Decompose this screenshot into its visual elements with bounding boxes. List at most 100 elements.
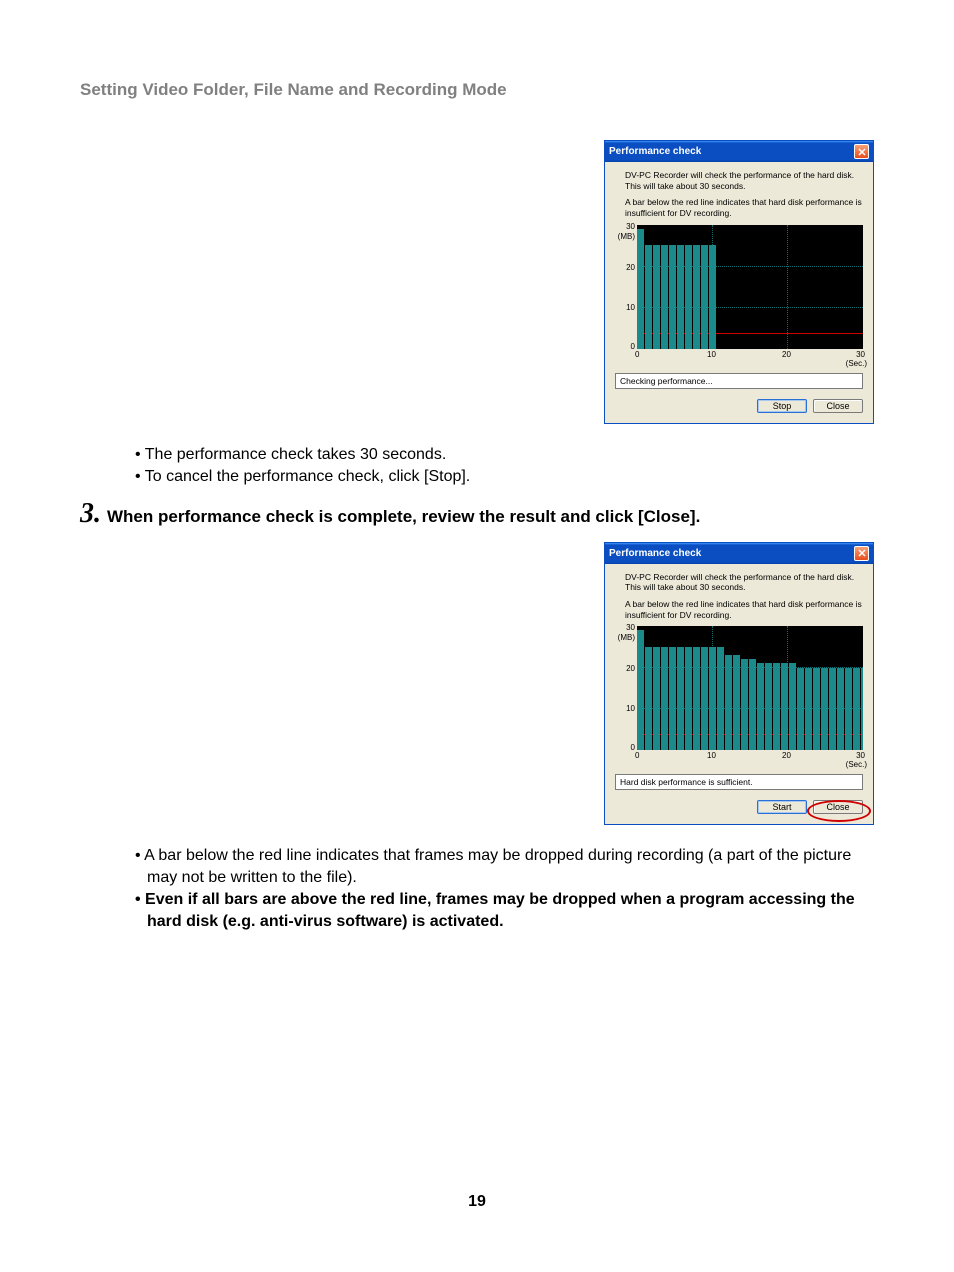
chart-area bbox=[637, 225, 863, 349]
performance-check-dialog-complete: Performance check DV-PC Recorder will ch… bbox=[604, 542, 874, 826]
y-label-mb: (MB) bbox=[613, 232, 635, 241]
bar bbox=[781, 663, 788, 750]
close-icon[interactable] bbox=[854, 144, 869, 159]
bar bbox=[677, 647, 684, 750]
bar bbox=[701, 647, 708, 750]
y-label-30: 30 bbox=[613, 222, 635, 231]
bar bbox=[805, 668, 812, 751]
button-row: Start Close bbox=[615, 800, 863, 814]
dialog1-wrapper: Performance check DV-PC Recorder will ch… bbox=[80, 140, 874, 424]
button-row: Stop Close bbox=[615, 399, 863, 413]
bar bbox=[773, 663, 780, 750]
dialog-title: Performance check bbox=[609, 548, 701, 559]
bars-container bbox=[637, 630, 863, 750]
bar bbox=[653, 647, 660, 750]
bar bbox=[837, 668, 844, 751]
x-label-30: 30 bbox=[856, 350, 865, 359]
bullet-item: A bar below the red line indicates that … bbox=[135, 845, 874, 888]
bar bbox=[677, 245, 684, 348]
y-axis-labels: 30 (MB) 20 10 0 bbox=[615, 225, 637, 355]
bar bbox=[637, 630, 644, 750]
x-label-20: 20 bbox=[782, 751, 791, 760]
y-label-0: 0 bbox=[613, 743, 635, 752]
bar bbox=[821, 668, 828, 751]
bar bbox=[765, 663, 772, 750]
bar bbox=[661, 647, 668, 750]
bullet-item: To cancel the performance check, click [… bbox=[135, 466, 874, 488]
y-label-10: 10 bbox=[613, 704, 635, 713]
page-title: Setting Video Folder, File Name and Reco… bbox=[80, 80, 874, 100]
x-label-sec: (Sec.) bbox=[846, 359, 867, 368]
close-button[interactable]: Close bbox=[813, 800, 863, 814]
chart-area bbox=[637, 626, 863, 750]
bar bbox=[797, 668, 804, 751]
x-label-sec: (Sec.) bbox=[846, 760, 867, 769]
y-label-10: 10 bbox=[613, 303, 635, 312]
bar bbox=[637, 229, 644, 349]
bullet-item: The performance check takes 30 seconds. bbox=[135, 444, 874, 466]
bar bbox=[685, 647, 692, 750]
step-3: 3. When performance check is complete, r… bbox=[80, 500, 874, 528]
stop-button[interactable]: Stop bbox=[757, 399, 807, 413]
y-label-30: 30 bbox=[613, 623, 635, 632]
x-label-0: 0 bbox=[635, 350, 639, 359]
bar bbox=[709, 647, 716, 750]
close-button[interactable]: Close bbox=[813, 399, 863, 413]
bar bbox=[645, 245, 652, 348]
bar bbox=[709, 245, 716, 348]
dialog-desc1: DV-PC Recorder will check the performanc… bbox=[625, 572, 863, 593]
x-label-10: 10 bbox=[707, 751, 716, 760]
dialog-titlebar: Performance check bbox=[605, 543, 873, 564]
bar bbox=[725, 655, 732, 750]
dialog-titlebar: Performance check bbox=[605, 141, 873, 162]
dialog-desc2: A bar below the red line indicates that … bbox=[625, 599, 863, 620]
bar bbox=[685, 245, 692, 348]
bar bbox=[789, 663, 796, 750]
bar bbox=[693, 245, 700, 348]
performance-chart-complete: 30 (MB) 20 10 0 0 10 20 bbox=[615, 626, 863, 768]
step-number: 3. bbox=[80, 500, 101, 528]
y-label-mb: (MB) bbox=[613, 633, 635, 642]
bullet-item: Even if all bars are above the red line,… bbox=[135, 889, 874, 932]
bar bbox=[749, 659, 756, 750]
x-axis-labels: 0 10 20 30 (Sec.) bbox=[637, 349, 863, 367]
bar bbox=[669, 647, 676, 750]
performance-check-dialog-running: Performance check DV-PC Recorder will ch… bbox=[604, 140, 874, 424]
step-text: When performance check is complete, revi… bbox=[107, 500, 700, 528]
bar bbox=[861, 668, 863, 751]
status-text: Hard disk performance is sufficient. bbox=[615, 774, 863, 790]
performance-chart-running: 30 (MB) 20 10 0 0 10 20 bbox=[615, 225, 863, 367]
x-label-30: 30 bbox=[856, 751, 865, 760]
status-text: Checking performance... bbox=[615, 373, 863, 389]
dialog-body: DV-PC Recorder will check the performanc… bbox=[605, 564, 873, 825]
y-axis-labels: 30 (MB) 20 10 0 bbox=[615, 626, 637, 756]
bar bbox=[653, 245, 660, 348]
bars-container bbox=[637, 229, 717, 349]
dialog-title: Performance check bbox=[609, 146, 701, 157]
x-label-0: 0 bbox=[635, 751, 639, 760]
bar bbox=[661, 245, 668, 348]
y-label-20: 20 bbox=[613, 664, 635, 673]
bar bbox=[645, 647, 652, 750]
bar bbox=[693, 647, 700, 750]
bar bbox=[741, 659, 748, 750]
bar bbox=[845, 668, 852, 751]
bar bbox=[701, 245, 708, 348]
bullets-a: The performance check takes 30 seconds. … bbox=[135, 444, 874, 488]
close-icon[interactable] bbox=[854, 546, 869, 561]
x-label-20: 20 bbox=[782, 350, 791, 359]
dialog2-wrapper: Performance check DV-PC Recorder will ch… bbox=[80, 542, 874, 826]
bar bbox=[733, 655, 740, 750]
start-button[interactable]: Start bbox=[757, 800, 807, 814]
bar bbox=[829, 668, 836, 751]
bullets-b: A bar below the red line indicates that … bbox=[135, 845, 874, 932]
bar bbox=[757, 663, 764, 750]
x-axis-labels: 0 10 20 30 (Sec.) bbox=[637, 750, 863, 768]
x-label-10: 10 bbox=[707, 350, 716, 359]
bar bbox=[669, 245, 676, 348]
bar bbox=[853, 668, 860, 751]
y-label-0: 0 bbox=[613, 342, 635, 351]
dialog-desc1: DV-PC Recorder will check the performanc… bbox=[625, 170, 863, 191]
dialog-body: DV-PC Recorder will check the performanc… bbox=[605, 162, 873, 423]
bar bbox=[813, 668, 820, 751]
